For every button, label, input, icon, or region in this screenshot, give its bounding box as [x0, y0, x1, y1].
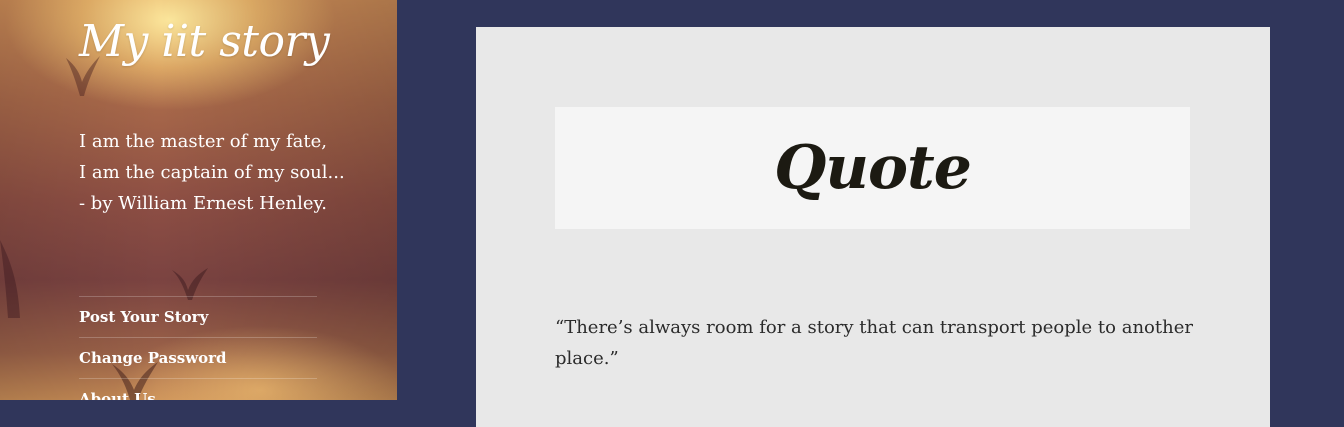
post-title: Quote — [774, 133, 972, 203]
nav-link-post-your-story[interactable]: Post Your Story — [79, 297, 317, 337]
nav-item-change-password: Change Password — [79, 337, 317, 378]
nav-link-about-us[interactable]: About Us — [79, 379, 317, 400]
post-header: Quote — [555, 107, 1190, 229]
bird-silhouette-icon — [0, 240, 20, 318]
sidebar: My iit story I am the master of my fate,… — [0, 0, 397, 400]
post-body-quote: “There’s always room for a story that ca… — [555, 317, 1193, 369]
site-tagline: I am the master of my fate, I am the cap… — [79, 126, 345, 219]
post-article: Quote “There’s always room for a story t… — [476, 27, 1270, 427]
main-navigation: Post Your Story Change Password About Us — [79, 296, 317, 400]
tagline-line: I am the captain of my soul... — [79, 162, 345, 183]
nav-item-post-your-story: Post Your Story — [79, 296, 317, 337]
nav-link-change-password[interactable]: Change Password — [79, 338, 317, 378]
nav-item-about-us: About Us — [79, 378, 317, 400]
tagline-line: - by William Ernest Henley. — [79, 193, 327, 214]
tagline-line: I am the master of my fate, — [79, 131, 327, 152]
site-title[interactable]: My iit story — [79, 16, 330, 69]
